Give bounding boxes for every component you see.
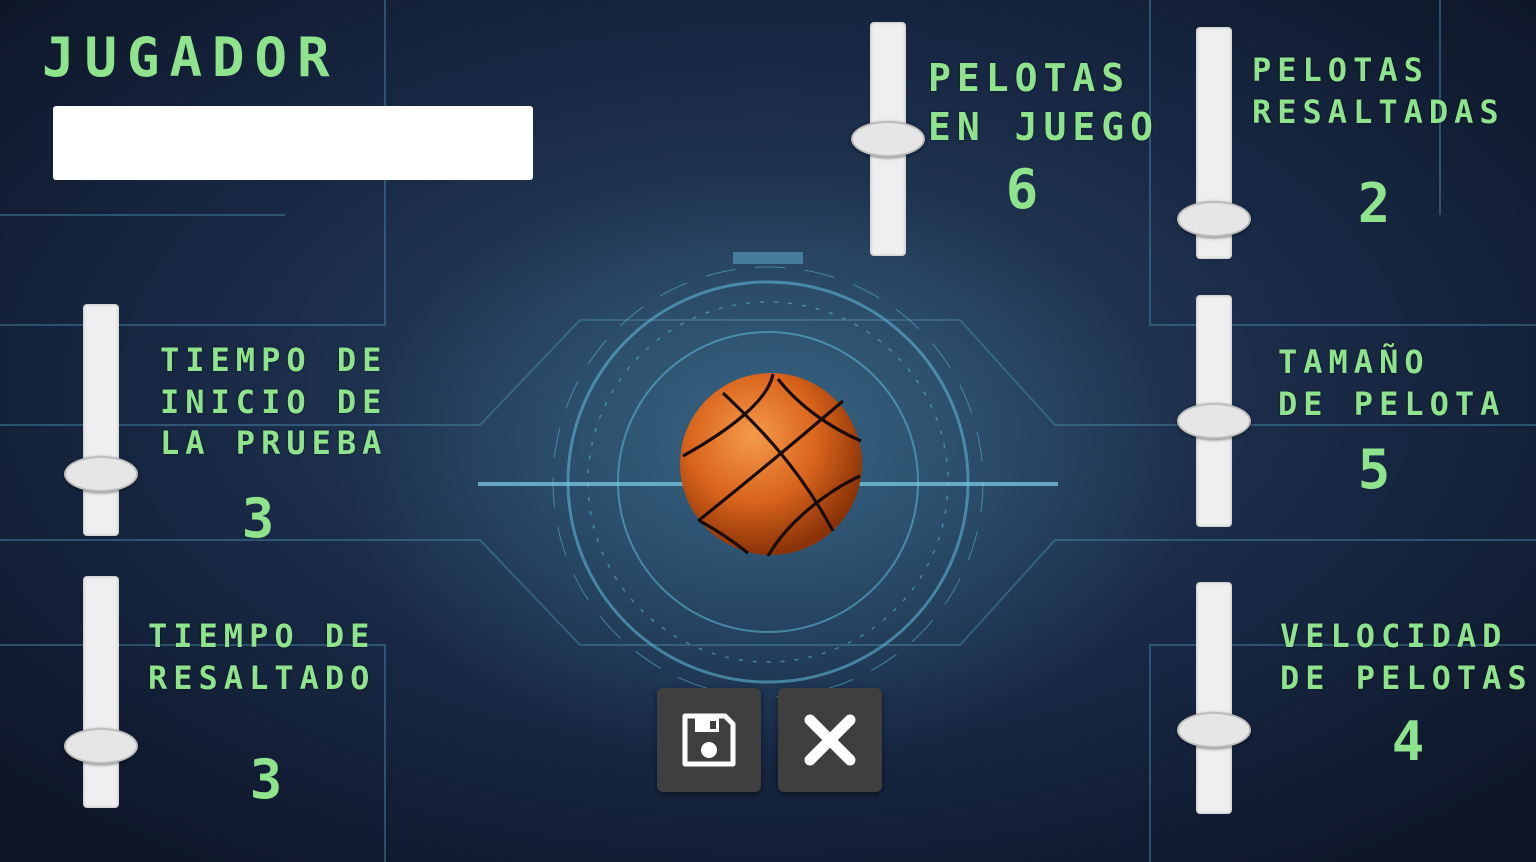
ball-size-label: TAMAÑO DE PELOTA <box>1278 342 1505 425</box>
highlighted-balls-label-line2: RESALTADAS <box>1252 92 1505 131</box>
balls-in-play-label-line1: PELOTAS <box>928 56 1131 100</box>
highlight-time-label-line2: RESALTADO <box>148 658 376 697</box>
test-start-time-label: TIEMPO DE INICIO DE LA PRUEBA <box>160 340 387 465</box>
balls-in-play-label: PELOTAS EN JUEGO <box>928 54 1159 153</box>
highlight-time-slider[interactable] <box>64 576 138 808</box>
ball-speed-label: VELOCIDAD DE PELOTAS <box>1280 616 1533 699</box>
close-icon <box>804 714 856 766</box>
balls-in-play-value: 6 <box>1005 158 1039 221</box>
test-start-time-label-line3: LA PRUEBA <box>160 424 388 463</box>
highlight-time-label: TIEMPO DE RESALTADO <box>148 616 375 699</box>
ball-size-slider-thumb[interactable] <box>1177 403 1251 439</box>
highlight-time-value: 3 <box>249 748 283 811</box>
ball-speed-slider-thumb[interactable] <box>1177 712 1251 748</box>
highlighted-balls-slider-thumb[interactable] <box>1177 201 1251 237</box>
highlighted-balls-label-line1: PELOTAS <box>1252 51 1429 89</box>
highlighted-balls-slider[interactable] <box>1177 27 1251 259</box>
highlight-time-label-line1: TIEMPO DE <box>148 617 376 655</box>
basketball-image <box>680 373 862 557</box>
balls-in-play-slider[interactable] <box>851 22 925 256</box>
highlight-time-slider-thumb[interactable] <box>64 728 138 764</box>
test-start-time-label-line1: TIEMPO DE <box>160 341 388 379</box>
test-start-time-slider[interactable] <box>64 304 138 536</box>
ball-speed-label-line2: DE PELOTAS <box>1280 658 1533 697</box>
player-name-input[interactable] <box>53 106 533 180</box>
balls-in-play-label-line2: EN JUEGO <box>928 105 1160 150</box>
ball-speed-slider[interactable] <box>1177 582 1251 814</box>
highlighted-balls-label: PELOTAS RESALTADAS <box>1252 50 1505 133</box>
ball-speed-label-line1: VELOCIDAD <box>1280 617 1508 655</box>
player-title: JUGADOR <box>42 26 340 89</box>
ball-size-slider[interactable] <box>1177 295 1251 527</box>
test-start-time-value: 3 <box>241 487 275 550</box>
test-start-time-label-line2: INICIO DE <box>160 382 388 421</box>
floppy-disk-icon <box>682 713 736 767</box>
ball-size-label-line1: TAMAÑO <box>1278 343 1430 381</box>
save-button[interactable] <box>657 688 761 792</box>
balls-in-play-slider-thumb[interactable] <box>851 121 925 157</box>
test-start-time-slider-thumb[interactable] <box>64 456 138 492</box>
highlighted-balls-value: 2 <box>1357 172 1391 235</box>
close-button[interactable] <box>778 688 882 792</box>
ball-size-label-line2: DE PELOTA <box>1278 384 1506 423</box>
ball-size-value: 5 <box>1357 438 1391 501</box>
ball-speed-value: 4 <box>1391 710 1425 773</box>
